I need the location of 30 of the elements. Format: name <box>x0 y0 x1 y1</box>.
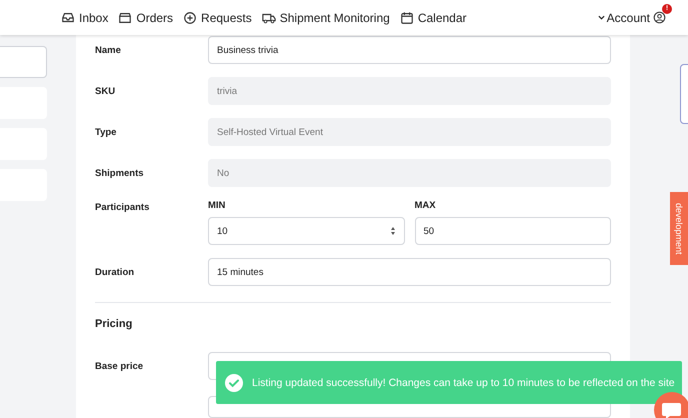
field-label: SKU <box>95 86 116 96</box>
input-field[interactable]: 50 <box>414 217 611 245</box>
calendar-icon <box>400 10 414 24</box>
section-heading: Pricing <box>95 318 134 330</box>
field-label: MAX <box>414 200 437 211</box>
check-circle-icon <box>225 374 243 392</box>
inbox-tray-icon <box>61 10 75 24</box>
plus-circle-icon <box>183 10 198 24</box>
field-label: Name <box>95 44 122 56</box>
nav-link[interactable]: Shipment Monitoring <box>262 10 390 24</box>
chevron-down-icon <box>598 14 605 21</box>
field-label: Duration <box>95 266 136 278</box>
input-field[interactable]: 15 minutes <box>208 258 611 286</box>
nav-link[interactable]: Calendar <box>400 10 467 24</box>
field-label: Type <box>95 126 118 138</box>
sidebar-card[interactable] <box>0 46 47 78</box>
field-label: Shipments <box>95 168 145 178</box>
nav-link[interactable]: Requests <box>183 10 252 24</box>
box-icon <box>118 10 132 24</box>
account-menu[interactable]: Account <box>598 10 650 24</box>
field-label: Participants <box>95 201 150 213</box>
input-field[interactable]: Business trivia <box>208 36 611 64</box>
input-field[interactable]: 10 <box>208 217 404 245</box>
field-label: MIN <box>208 200 226 211</box>
spinner-arrows-icon[interactable] <box>388 225 396 237</box>
nav-link[interactable]: Orders <box>118 10 174 24</box>
toast-message: Listing updated successfully! Changes can take up to 10 minutes to be reflected on the site <box>252 376 675 388</box>
user-circle-icon[interactable] <box>653 11 666 24</box>
nav-link[interactable]: Inbox <box>61 10 108 24</box>
field-label: Base price <box>95 360 144 372</box>
